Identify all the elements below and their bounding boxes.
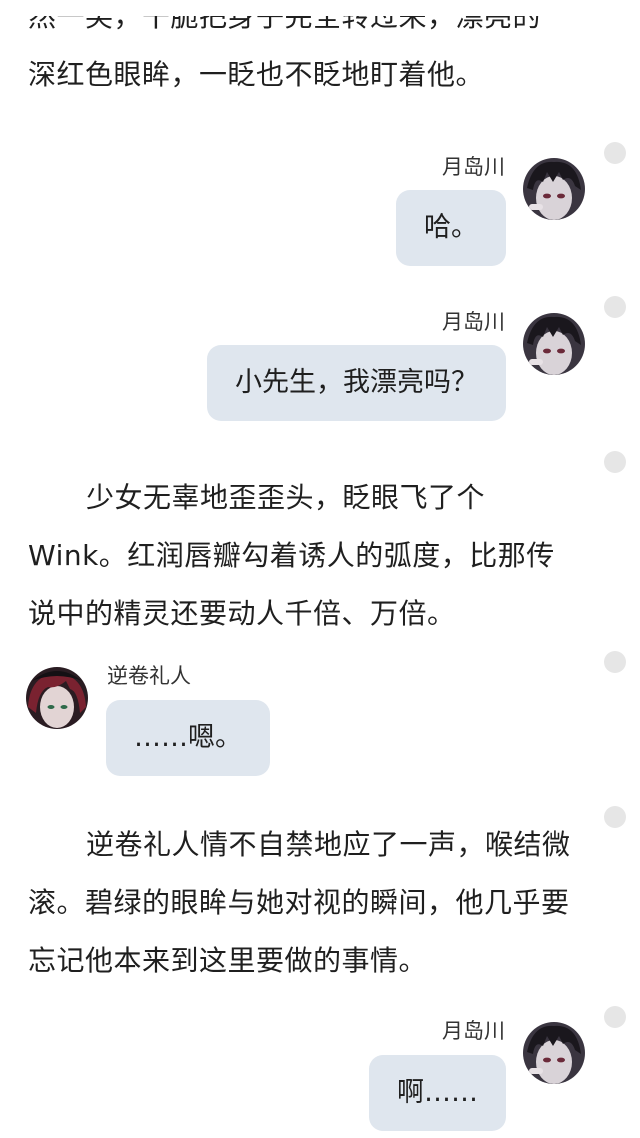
story-paragraph: 少女无辜地歪歪头，眨眼飞了个Wink。红润唇瓣勾着诱人的弧度，比那传说中的精灵还… [28,469,573,643]
message-indicator-dot[interactable] [604,806,626,828]
speaker-name: 月岛川 [442,1019,505,1043]
message-indicator-dot[interactable] [604,451,626,473]
red-haired-boy-avatar[interactable] [26,667,88,729]
message-indicator-dot[interactable] [604,1006,626,1028]
paragraph-cut-line: 然一笑，干脆把身子完全转过来，漂亮的 [28,16,542,33]
story-paragraph: 逆卷礼人情不自禁地应了一声，喉结微滚。碧绿的眼眸与她对视的瞬间，他几乎要忘记他本… [28,816,573,990]
story-paragraph-partial: 然一笑，干脆把身子完全转过来，漂亮的 深红色眼眸，一眨也不眨地盯着他。 [28,16,573,104]
chat-bubble[interactable]: 小先生，我漂亮吗？ [207,345,506,421]
message-indicator-dot[interactable] [604,651,626,673]
chat-bubble[interactable]: 啊…… [369,1055,506,1131]
speaker-name: 逆卷礼人 [107,664,191,688]
paragraph-line: 深红色眼眸，一眨也不眨地盯着他。 [28,58,485,91]
chat-bubble[interactable]: ……嗯。 [106,700,270,776]
dark-haired-boy-avatar[interactable] [523,1022,585,1084]
paragraph-text: 少女无辜地歪歪头，眨眼飞了个Wink。红润唇瓣勾着诱人的弧度，比那传说中的精灵还… [28,481,555,630]
dark-haired-boy-avatar[interactable] [523,313,585,375]
chat-bubble[interactable]: 哈。 [396,190,506,266]
dark-haired-boy-avatar[interactable] [523,158,585,220]
message-indicator-dot[interactable] [604,296,626,318]
paragraph-text: 逆卷礼人情不自禁地应了一声，喉结微滚。碧绿的眼眸与她对视的瞬间，他几乎要忘记他本… [28,828,571,977]
speaker-name: 月岛川 [442,310,505,334]
speaker-name: 月岛川 [442,155,505,179]
message-indicator-dot[interactable] [604,142,626,164]
